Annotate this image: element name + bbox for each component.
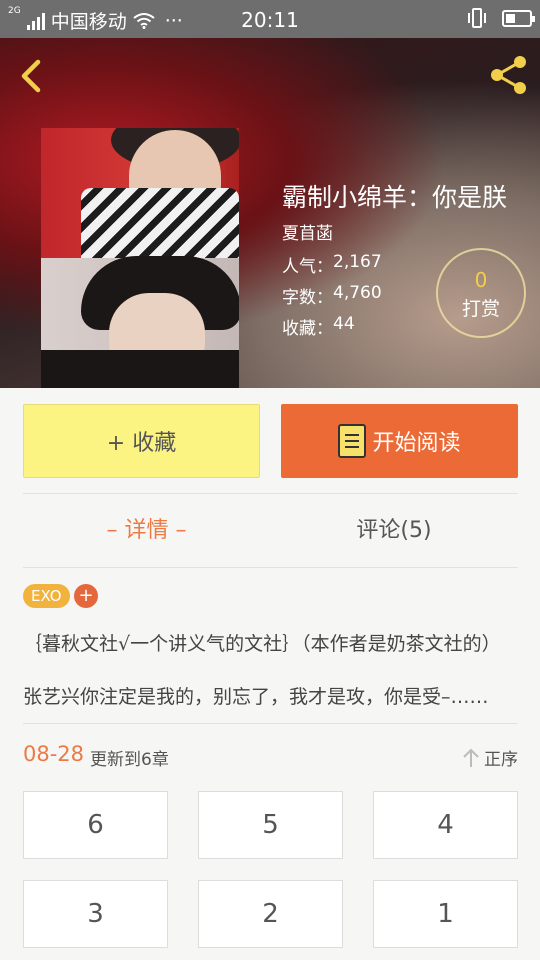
book-cover-image [41, 128, 239, 388]
divider [23, 723, 518, 724]
sort-toggle[interactable]: 正序 [462, 745, 518, 770]
stat-label: 字数： [282, 288, 333, 308]
reward-label: 打赏 [461, 298, 500, 320]
book-header: 霸制小绵羊：你是朕 夏苜菡 人气： 2,167 字数： 4,760 收藏： 44… [0, 38, 540, 388]
status-right [466, 8, 535, 28]
reward-count: 0 [474, 268, 488, 292]
chapter-button[interactable]: 5 [198, 791, 343, 859]
arrow-up-icon [463, 748, 479, 767]
chapter-button[interactable]: 1 [373, 880, 518, 948]
status-time: 20:11 [241, 8, 299, 32]
start-reading-label: 开始阅读 [372, 431, 461, 456]
description-text: ｛暮秋文社√一个讲义气的文社｝（本作者是奶茶文社的） [23, 633, 501, 655]
chapter-button[interactable]: 4 [373, 791, 518, 859]
share-icon[interactable] [488, 54, 530, 96]
add-tag-button[interactable]: + [74, 584, 98, 608]
update-status: 更新到6章 [90, 750, 169, 770]
tag-exo[interactable]: EXO [23, 584, 70, 608]
chapter-number: 6 [87, 810, 104, 840]
book-author[interactable]: 夏苜菡 [282, 219, 333, 244]
divider [23, 567, 518, 568]
stat-label: 人气： [282, 257, 333, 277]
chapter-number: 2 [262, 899, 279, 929]
divider [23, 493, 518, 494]
book-title: 霸制小绵羊：你是朕 [282, 183, 508, 212]
stat-label: 收藏： [282, 319, 333, 339]
back-chevron-icon[interactable] [14, 56, 50, 96]
stat-value: 2,167 [333, 252, 382, 272]
stat-popularity: 人气： 2,167 [282, 252, 382, 277]
update-date: 08-28 [23, 742, 85, 766]
stat-value: 4,760 [333, 283, 382, 303]
chapter-number: 1 [437, 899, 454, 929]
add-favorite-button[interactable]: + 收藏 [23, 404, 260, 478]
battery-icon [502, 9, 535, 27]
add-favorite-label: + 收藏 [106, 431, 177, 456]
chapter-number: 3 [87, 899, 104, 929]
stat-word-count: 字数： 4,760 [282, 283, 382, 308]
chapter-button[interactable]: 6 [23, 791, 168, 859]
vibrate-icon [468, 8, 486, 28]
reward-button[interactable]: 0 打赏 [436, 248, 526, 338]
status-bar: 2G 中国移动 ··· 20:11 [0, 0, 540, 38]
book-icon [338, 424, 367, 458]
chapter-button[interactable]: 2 [198, 880, 343, 948]
chapter-button[interactable]: 3 [23, 880, 168, 948]
stat-value: 44 [333, 314, 355, 334]
tab-comments[interactable]: 评论(5) [270, 512, 518, 544]
description-summary[interactable]: 张艺兴你注定是我的，别忘了，我才是攻，你是受–…… [23, 683, 520, 711]
start-reading-button[interactable]: 开始阅读 [281, 404, 518, 478]
sort-label: 正序 [484, 750, 518, 770]
tab-detail[interactable]: – 详情 – [23, 512, 270, 544]
stat-favorites: 收藏： 44 [282, 314, 355, 339]
chapter-number: 4 [437, 810, 454, 840]
chapter-number: 5 [262, 810, 279, 840]
